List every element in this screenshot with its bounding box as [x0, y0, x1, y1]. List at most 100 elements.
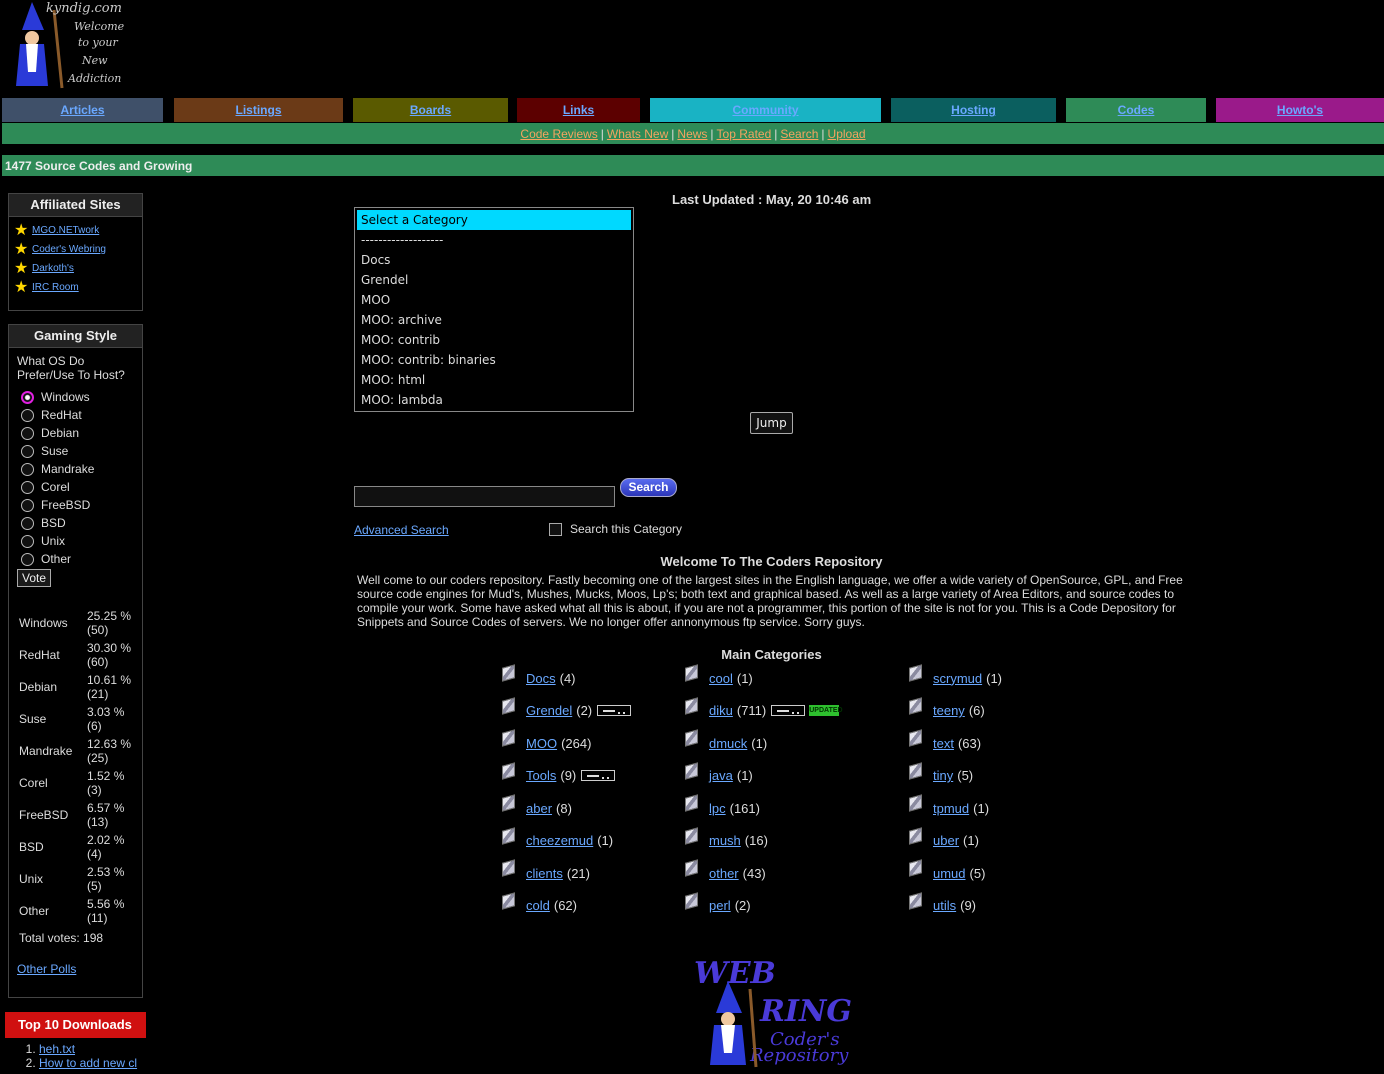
poll-option[interactable]: Unix: [21, 532, 142, 550]
category-option[interactable]: MOO: archive: [357, 310, 631, 330]
tab-howtos[interactable]: Howto's: [1216, 98, 1384, 122]
subnav-search[interactable]: Search: [780, 127, 818, 141]
poll-option[interactable]: Mandrake: [21, 460, 142, 478]
poll-option[interactable]: FreeBSD: [21, 496, 142, 514]
vote-button[interactable]: Vote: [17, 569, 52, 587]
category-link[interactable]: lpc: [709, 801, 726, 816]
affiliated-item: ★ IRC Room: [9, 278, 142, 297]
tab-articles[interactable]: Articles: [2, 98, 163, 122]
result-name: Debian: [19, 680, 58, 694]
radio-button[interactable]: [21, 444, 34, 458]
download-link[interactable]: heh.txt: [39, 1042, 75, 1056]
star-icon: ★: [14, 278, 29, 296]
category-link[interactable]: teeny: [933, 703, 965, 718]
category-link[interactable]: Docs: [526, 671, 556, 686]
category-option[interactable]: MOO: contrib: binaries: [357, 350, 631, 370]
category-link[interactable]: umud: [933, 866, 966, 881]
category-option[interactable]: -------------------: [357, 230, 631, 250]
category-link[interactable]: clients: [526, 866, 563, 881]
poll-option[interactable]: BSD: [21, 514, 142, 532]
category-link[interactable]: uber: [933, 833, 959, 848]
category-link[interactable]: MOO: [526, 736, 557, 751]
search-button[interactable]: Search: [620, 478, 677, 497]
advanced-search-link[interactable]: Advanced Search: [354, 523, 449, 537]
category-link[interactable]: tiny: [933, 768, 953, 783]
category-link[interactable]: cheezemud: [526, 833, 593, 848]
affiliated-link[interactable]: Darkoth's: [32, 263, 74, 274]
category-option[interactable]: Select a Category: [357, 210, 631, 230]
poll-option[interactable]: Windows: [21, 388, 142, 406]
folder-icon: [502, 859, 515, 877]
result-name: RedHat: [19, 648, 60, 662]
result-percent: 12.63 % (25): [87, 737, 132, 765]
search-input[interactable]: [354, 486, 615, 507]
radio-button[interactable]: [21, 426, 34, 440]
radio-button[interactable]: [21, 498, 34, 512]
subnav-news[interactable]: News: [677, 127, 707, 141]
radio-button[interactable]: [21, 534, 34, 548]
poll-option[interactable]: Other: [21, 550, 142, 568]
affiliated-link[interactable]: MGO.NETwork: [32, 225, 99, 236]
other-polls-link[interactable]: Other Polls: [17, 962, 76, 976]
radio-button[interactable]: [21, 462, 34, 476]
category-link[interactable]: utils: [933, 898, 956, 913]
category-select-list[interactable]: Select a Category ------------------- Docs…: [354, 207, 634, 412]
radio-button[interactable]: [21, 390, 34, 404]
radio-button[interactable]: [21, 516, 34, 530]
poll-option-label: Mandrake: [41, 462, 95, 476]
category-link[interactable]: cool: [709, 671, 733, 686]
tab-listings[interactable]: Listings: [174, 98, 343, 122]
category-item: cool (1): [685, 664, 753, 687]
tab-boards[interactable]: Boards: [353, 98, 508, 122]
affiliated-link[interactable]: IRC Room: [32, 282, 79, 293]
category-count: (1): [986, 670, 1003, 686]
category-option[interactable]: MOO: [357, 290, 631, 310]
star-icon: ★: [14, 259, 29, 277]
poll-option[interactable]: Suse: [21, 442, 142, 460]
tab-codes[interactable]: Codes: [1066, 98, 1206, 122]
tab-label: Links: [562, 103, 595, 117]
tab-links[interactable]: Links: [517, 98, 640, 122]
category-option[interactable]: MOO: html: [357, 370, 631, 390]
category-link[interactable]: diku: [709, 703, 733, 718]
radio-button[interactable]: [21, 552, 34, 566]
category-link[interactable]: java: [709, 768, 733, 783]
category-link[interactable]: other: [709, 866, 739, 881]
category-link[interactable]: perl: [709, 898, 731, 913]
kyndig-logo[interactable]: kyndig.com Welcome to your New Addiction: [2, 0, 130, 92]
search-category-checkbox[interactable]: [549, 522, 562, 536]
jump-button[interactable]: Jump: [750, 412, 793, 434]
category-link[interactable]: cold: [526, 898, 550, 913]
tab-community[interactable]: Community: [650, 98, 881, 122]
subnav-code-reviews[interactable]: Code Reviews: [520, 127, 597, 141]
category-option[interactable]: Grendel: [357, 270, 631, 290]
result-percent: 25.25 % (50): [87, 609, 132, 637]
folder-icon: [502, 826, 515, 845]
category-link[interactable]: Grendel: [526, 703, 572, 718]
category-option[interactable]: Docs: [357, 250, 631, 270]
subnav-whats-new[interactable]: Whats New: [607, 127, 668, 141]
category-option[interactable]: MOO: contrib: [357, 330, 631, 350]
download-link[interactable]: How to add new cl: [39, 1056, 137, 1070]
category-link[interactable]: mush: [709, 833, 741, 848]
affiliated-link[interactable]: Coder's Webring: [32, 244, 106, 255]
poll-option[interactable]: RedHat: [21, 406, 142, 424]
category-link[interactable]: aber: [526, 801, 552, 816]
subnav-upload[interactable]: Upload: [828, 127, 866, 141]
poll-option[interactable]: Corel: [21, 478, 142, 496]
category-count: (5): [969, 865, 986, 881]
poll-option[interactable]: Debian: [21, 424, 142, 442]
category-link[interactable]: Tools: [526, 768, 556, 783]
category-link[interactable]: dmuck: [709, 736, 747, 751]
new-icon: [581, 770, 616, 781]
tab-hosting[interactable]: Hosting: [891, 98, 1056, 122]
category-link[interactable]: text: [933, 736, 954, 751]
coders-webring-logo[interactable]: WEB RING Coder's Repository: [690, 955, 862, 1070]
category-link[interactable]: scrymud: [933, 671, 982, 686]
category-option[interactable]: MOO: lambda: [357, 390, 631, 410]
result-name: BSD: [19, 840, 44, 854]
radio-button[interactable]: [21, 408, 34, 422]
subnav-top-rated[interactable]: Top Rated: [717, 127, 772, 141]
radio-button[interactable]: [21, 480, 34, 494]
category-link[interactable]: tpmud: [933, 801, 969, 816]
